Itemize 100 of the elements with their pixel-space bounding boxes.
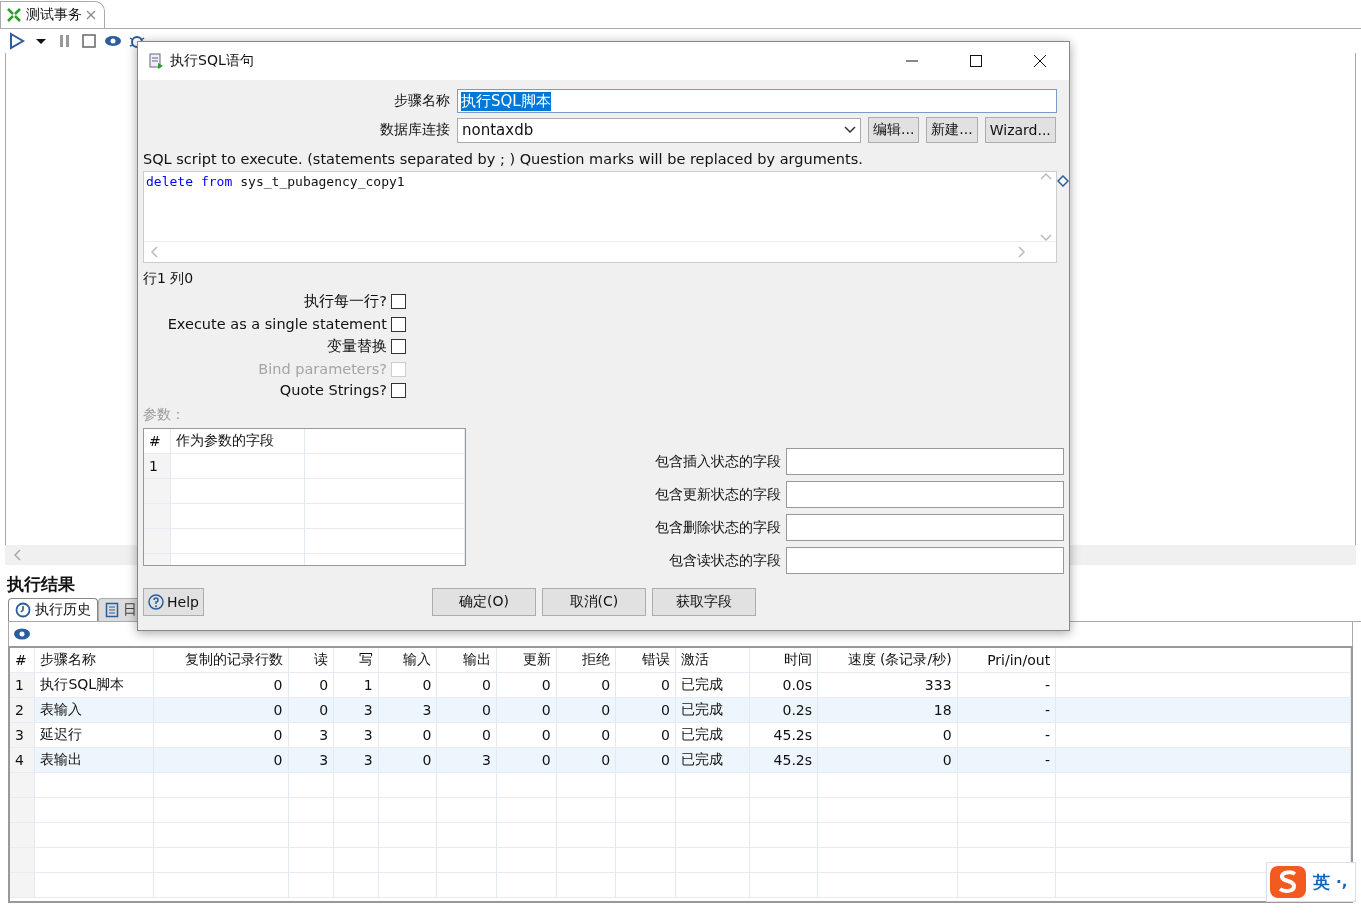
- field-label: 包含读状态的字段: [669, 551, 781, 570]
- column-header[interactable]: 复制的记录行数: [153, 648, 288, 673]
- dialog-button[interactable]: 取消(C): [541, 588, 646, 616]
- field-label: 包含删除状态的字段: [655, 518, 781, 537]
- input-field[interactable]: [786, 514, 1064, 541]
- column-header[interactable]: #: [10, 648, 35, 673]
- field-label: 数据库连接: [379, 121, 450, 139]
- column-header[interactable]: 输入: [378, 648, 437, 673]
- column-header[interactable]: 时间: [749, 648, 818, 673]
- column-header[interactable]: 步骤名称: [34, 648, 154, 673]
- option-label: Quote Strings?: [279, 382, 387, 398]
- table-cell: 0: [288, 672, 334, 698]
- scroll-down-icon: [1040, 234, 1052, 242]
- script-icon: [148, 53, 164, 69]
- params-label: 参数：: [142, 405, 186, 424]
- checkbox[interactable]: [391, 382, 406, 398]
- sql-editor[interactable]: delete from sys_t_pubagency_copy1: [143, 171, 1057, 263]
- field-label: 包含插入状态的字段: [655, 452, 781, 471]
- table-cell: 0: [153, 722, 288, 748]
- table-cell: -: [957, 697, 1056, 723]
- clock-icon: [15, 602, 31, 618]
- connection-button[interactable]: Wizard...: [984, 117, 1056, 143]
- table-cell: 3: [288, 722, 334, 748]
- table-cell: 0: [153, 697, 288, 723]
- column-header[interactable]: #: [144, 429, 170, 454]
- table-cell: 0: [496, 672, 557, 698]
- column-header[interactable]: 输出: [436, 648, 497, 673]
- table-cell: 0: [153, 672, 288, 698]
- connection-button[interactable]: 新建...: [926, 117, 978, 143]
- close-icon: [1034, 55, 1046, 67]
- ime-toolbar[interactable]: 英 ·,: [1266, 862, 1357, 902]
- table-cell: 0: [496, 722, 557, 748]
- table-cell: 执行SQL脚本: [34, 672, 154, 698]
- help-icon: [148, 594, 164, 610]
- tab-title: 测试事务: [26, 6, 82, 24]
- option-label: Bind parameters?: [258, 361, 387, 377]
- results-tab[interactable]: 执行历史: [8, 598, 98, 621]
- diamond-icon: [1057, 175, 1069, 187]
- field-label: 包含更新状态的字段: [655, 485, 781, 504]
- table-cell: 0: [615, 722, 676, 748]
- column-header[interactable]: 错误: [615, 648, 676, 673]
- results-title: 执行结果: [5, 573, 76, 596]
- checkbox[interactable]: [391, 294, 406, 309]
- column-header[interactable]: 写: [333, 648, 379, 673]
- table-cell: 0: [153, 747, 288, 773]
- table-cell: 已完成: [675, 672, 750, 698]
- close-icon: [86, 10, 96, 20]
- dialog-button[interactable]: 确定(O): [431, 588, 536, 616]
- field-label: 步骤名称: [393, 92, 450, 110]
- run-icon[interactable]: [8, 32, 26, 50]
- editor-tab[interactable]: 测试事务: [0, 1, 105, 28]
- table-cell: 表输出: [34, 747, 154, 773]
- table-cell: 333: [817, 672, 958, 698]
- column-header[interactable]: 读: [288, 648, 334, 673]
- connection-dropdown[interactable]: nontaxdb: [457, 117, 861, 143]
- column-header[interactable]: 作为参数的字段: [170, 429, 304, 454]
- table-cell: 18: [817, 697, 958, 723]
- dialog-button[interactable]: 获取字段: [651, 588, 756, 616]
- scroll-left-icon: [13, 549, 21, 561]
- dialog-title: 执行SQL语句: [170, 52, 255, 70]
- table-cell: 0: [556, 722, 616, 748]
- table-cell: -: [957, 747, 1056, 773]
- ime-punctuation[interactable]: ·,: [1336, 873, 1348, 891]
- table-cell: 0: [378, 722, 437, 748]
- option-label: 变量替换: [327, 337, 387, 356]
- maximize-icon: [970, 55, 982, 67]
- eye-icon: [13, 627, 31, 641]
- column-header[interactable]: 更新: [496, 648, 557, 673]
- table-cell: 45.2s: [749, 722, 818, 748]
- column-header[interactable]: Pri/in/out: [957, 648, 1056, 673]
- table-cell: -: [957, 722, 1056, 748]
- table-cell: 3: [10, 722, 35, 748]
- table-cell: 0: [817, 722, 958, 748]
- input-field[interactable]: [786, 448, 1064, 475]
- table-cell: 表输入: [34, 697, 154, 723]
- connection-button[interactable]: 编辑...: [868, 117, 920, 143]
- table-cell: 0: [436, 672, 497, 698]
- ime-logo-icon: [1269, 865, 1307, 899]
- input-field[interactable]: [786, 547, 1064, 574]
- dropdown-icon[interactable]: [844, 126, 856, 134]
- checkbox[interactable]: [391, 339, 406, 354]
- option-label: 执行每一行?: [304, 292, 387, 311]
- table-cell: 延迟行: [34, 722, 154, 748]
- scroll-left-icon: [150, 246, 158, 258]
- ime-mode[interactable]: 英: [1313, 870, 1330, 894]
- table-cell: 0: [556, 672, 616, 698]
- column-header[interactable]: 拒绝: [556, 648, 616, 673]
- stop-icon[interactable]: [80, 32, 98, 50]
- table-cell: 1: [333, 672, 379, 698]
- table-cell: 0: [378, 672, 437, 698]
- table-cell: 1: [10, 672, 35, 698]
- step-name-field[interactable]: 执行SQL脚本: [457, 89, 1057, 113]
- option-label: Execute as a single statement: [167, 316, 387, 332]
- checkbox[interactable]: [391, 316, 406, 332]
- arrows-icon: [6, 7, 22, 23]
- input-field[interactable]: [786, 481, 1064, 508]
- sql-hint: SQL script to execute. (statements separated by ; ) Question marks will be replaced by arguments.: [142, 150, 864, 169]
- column-header[interactable]: 激活: [675, 648, 750, 673]
- help-button[interactable]: Help: [143, 588, 204, 616]
- column-header[interactable]: 速度 (条记录/秒): [817, 648, 958, 673]
